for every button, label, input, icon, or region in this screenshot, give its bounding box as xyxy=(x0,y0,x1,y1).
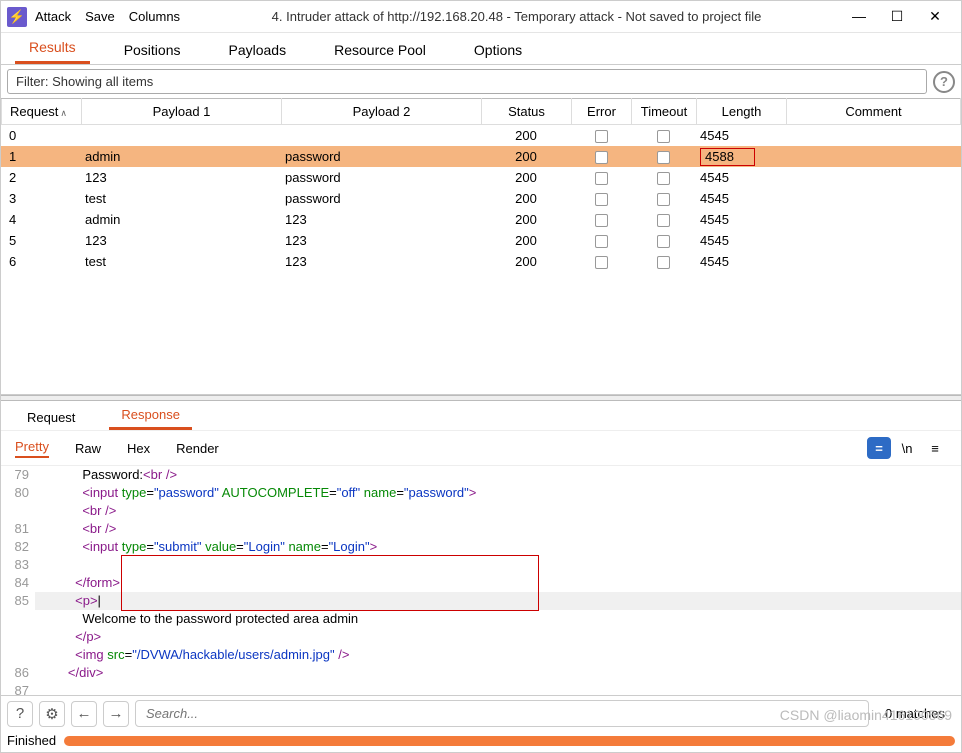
menu-columns[interactable]: Columns xyxy=(129,9,180,24)
checkbox-icon xyxy=(657,193,670,206)
col-comment[interactable]: Comment xyxy=(787,99,961,125)
code-line: 81 <br /> xyxy=(1,520,961,538)
bottom-toolbar: ? ⚙ ← → 0 matches xyxy=(1,695,961,731)
code-line: 86 </div> xyxy=(1,664,961,682)
checkbox-icon xyxy=(657,235,670,248)
table-row[interactable]: 6test1232004545 xyxy=(1,251,961,272)
code-line: <br /> xyxy=(1,502,961,520)
response-view[interactable]: 79 Password:<br />80 <input type="passwo… xyxy=(1,466,961,695)
equals-icon[interactable]: = xyxy=(867,437,891,459)
tab-payloads[interactable]: Payloads xyxy=(215,36,301,64)
table-row[interactable]: 4admin1232004545 xyxy=(1,209,961,230)
minimize-button[interactable]: — xyxy=(849,8,869,25)
code-line: 82 <input type="submit" value="Login" na… xyxy=(1,538,961,556)
detail-tab-response[interactable]: Response xyxy=(109,402,192,430)
checkbox-icon xyxy=(657,214,670,227)
detail-tabs: Request Response xyxy=(1,401,961,431)
col-request[interactable]: Request∧ xyxy=(2,99,82,125)
menu-attack[interactable]: Attack xyxy=(35,9,71,24)
code-line: 80 <input type="password" AUTOCOMPLETE="… xyxy=(1,484,961,502)
table-row[interactable]: 51231232004545 xyxy=(1,230,961,251)
hamburger-icon[interactable]: ≡ xyxy=(923,437,947,459)
tab-resource-pool[interactable]: Resource Pool xyxy=(320,36,440,64)
code-line: Welcome to the password protected area a… xyxy=(1,610,961,628)
checkbox-icon xyxy=(595,172,608,185)
detail-tab-request[interactable]: Request xyxy=(15,405,87,430)
code-line: 79 Password:<br /> xyxy=(1,466,961,484)
col-timeout[interactable]: Timeout xyxy=(632,99,697,125)
checkbox-icon xyxy=(657,172,670,185)
table-row[interactable]: 2123password2004545 xyxy=(1,167,961,188)
code-line: <img src="/DVWA/hackable/users/admin.jpg… xyxy=(1,646,961,664)
search-input[interactable] xyxy=(135,700,869,727)
checkbox-icon xyxy=(657,151,670,164)
status-text: Finished xyxy=(7,733,56,748)
checkbox-icon xyxy=(595,193,608,206)
checkbox-icon xyxy=(657,130,670,143)
view-tab-pretty[interactable]: Pretty xyxy=(15,439,49,458)
table-row[interactable]: 3testpassword2004545 xyxy=(1,188,961,209)
view-tab-raw[interactable]: Raw xyxy=(75,441,101,456)
view-tab-render[interactable]: Render xyxy=(176,441,219,456)
code-line: </p> xyxy=(1,628,961,646)
titlebar: ⚡ Attack Save Columns 4. Intruder attack… xyxy=(1,1,961,33)
app-icon: ⚡ xyxy=(7,7,27,27)
match-count: 0 matches xyxy=(875,706,955,721)
progress-bar xyxy=(64,736,955,746)
tab-positions[interactable]: Positions xyxy=(110,36,195,64)
code-line: 83 xyxy=(1,556,961,574)
checkbox-icon xyxy=(595,235,608,248)
tab-results[interactable]: Results xyxy=(15,33,90,64)
next-button[interactable]: → xyxy=(103,701,129,727)
checkbox-icon xyxy=(595,130,608,143)
checkbox-icon xyxy=(595,256,608,269)
maximize-button[interactable]: ☐ xyxy=(887,8,907,25)
results-table: Request∧Payload 1Payload 2StatusErrorTim… xyxy=(1,98,961,125)
status-bar: Finished xyxy=(1,731,961,752)
col-payload-2[interactable]: Payload 2 xyxy=(282,99,482,125)
col-length[interactable]: Length xyxy=(697,99,787,125)
code-line: 84 </form> xyxy=(1,574,961,592)
close-button[interactable]: ✕ xyxy=(925,8,945,25)
code-line: 87 xyxy=(1,682,961,695)
col-payload-1[interactable]: Payload 1 xyxy=(82,99,282,125)
menu-save[interactable]: Save xyxy=(85,9,115,24)
view-tab-hex[interactable]: Hex xyxy=(127,441,150,456)
filter-input[interactable]: Filter: Showing all items xyxy=(7,69,927,94)
prev-button[interactable]: ← xyxy=(71,701,97,727)
view-tabs: Pretty Raw Hex Render =\n≡ xyxy=(1,431,961,466)
checkbox-icon xyxy=(595,214,608,227)
col-status[interactable]: Status xyxy=(482,99,572,125)
col-error[interactable]: Error xyxy=(572,99,632,125)
settings-button[interactable]: ⚙ xyxy=(39,701,65,727)
main-tabs: Results Positions Payloads Resource Pool Opt… xyxy=(1,33,961,65)
table-row[interactable]: 02004545 xyxy=(1,125,961,146)
table-row[interactable]: 1adminpassword2004588 xyxy=(1,146,961,167)
checkbox-icon xyxy=(657,256,670,269)
tab-options[interactable]: Options xyxy=(460,36,536,64)
help-button[interactable]: ? xyxy=(7,701,33,727)
newline-icon[interactable]: \n xyxy=(895,437,919,459)
checkbox-icon xyxy=(595,151,608,164)
code-line: 85 <p>| xyxy=(1,592,961,610)
help-icon[interactable]: ? xyxy=(933,71,955,93)
window-title: 4. Intruder attack of http://192.168.20.… xyxy=(194,9,839,24)
